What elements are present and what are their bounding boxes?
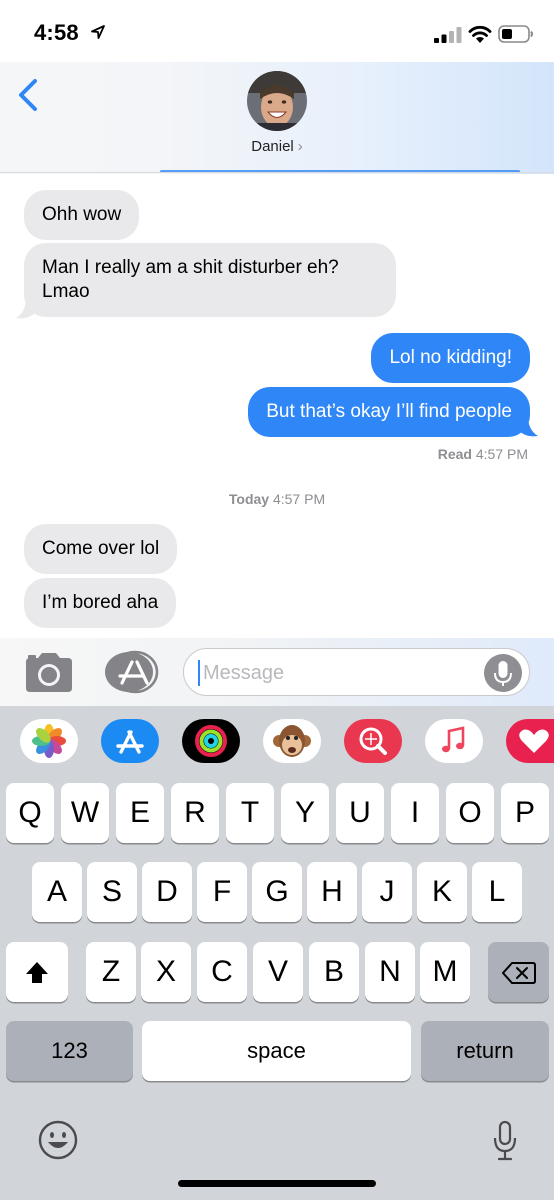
animoji-app-icon[interactable] bbox=[263, 719, 321, 763]
home-indicator[interactable] bbox=[178, 1180, 376, 1187]
key-a[interactable]: A bbox=[32, 862, 82, 922]
key-t[interactable]: T bbox=[226, 783, 274, 843]
read-receipt: Read 4:57 PM bbox=[438, 446, 528, 462]
key-n[interactable]: N bbox=[365, 942, 415, 1002]
message-bubble-incoming[interactable]: Man I really am a shit disturber eh? Lma… bbox=[24, 243, 396, 317]
delete-backspace-icon bbox=[501, 962, 536, 985]
key-h[interactable]: H bbox=[307, 862, 357, 922]
contact-avatar[interactable] bbox=[247, 71, 307, 131]
message-bubble-outgoing[interactable]: Lol no kidding! bbox=[371, 333, 530, 383]
chevron-right-icon: › bbox=[297, 138, 303, 155]
key-f[interactable]: F bbox=[197, 862, 247, 922]
shift-arrow-icon bbox=[26, 962, 48, 984]
contact-name-button[interactable]: Daniel › bbox=[0, 138, 554, 155]
read-label: Read bbox=[437, 446, 472, 462]
timestamp-time: 4:57 PM bbox=[272, 491, 326, 507]
key-g[interactable]: G bbox=[252, 862, 302, 922]
text-cursor bbox=[198, 660, 200, 686]
shift-key[interactable] bbox=[6, 942, 68, 1002]
avatar-photo-icon bbox=[247, 71, 307, 131]
key-c[interactable]: C bbox=[197, 942, 247, 1002]
key-i[interactable]: I bbox=[391, 783, 439, 843]
key-l[interactable]: L bbox=[472, 862, 522, 922]
key-j[interactable]: J bbox=[362, 862, 412, 922]
delete-key[interactable] bbox=[488, 942, 549, 1002]
status-bar: 4:58 bbox=[0, 0, 554, 62]
contact-name-label: Daniel bbox=[251, 138, 294, 155]
message-text: Lol no kidding! bbox=[389, 347, 512, 368]
message-text: Man I really am a shit disturber eh? Lma… bbox=[42, 257, 339, 302]
emoji-icon[interactable] bbox=[38, 1120, 78, 1160]
return-key[interactable]: return bbox=[421, 1021, 549, 1081]
message-text: But that’s okay I’ll find people bbox=[266, 401, 512, 422]
key-m[interactable]: M bbox=[420, 942, 470, 1002]
key-y[interactable]: Y bbox=[281, 783, 329, 843]
back-chevron-icon[interactable] bbox=[14, 78, 44, 112]
key-z[interactable]: Z bbox=[86, 942, 136, 1002]
key-d[interactable]: D bbox=[142, 862, 192, 922]
conversation-timestamp: Today 4:57 PM bbox=[0, 491, 554, 507]
bubble-tail bbox=[518, 416, 538, 437]
battery-icon bbox=[498, 25, 533, 43]
key-w[interactable]: W bbox=[61, 783, 109, 843]
key-r[interactable]: R bbox=[171, 783, 219, 843]
key-x[interactable]: X bbox=[141, 942, 191, 1002]
message-text: Ohh wow bbox=[42, 204, 122, 225]
bubble-tail bbox=[16, 298, 36, 319]
key-v[interactable]: V bbox=[253, 942, 303, 1002]
music-app-icon[interactable] bbox=[425, 719, 483, 763]
status-time: 4:58 bbox=[34, 20, 79, 45]
message-bubble-outgoing[interactable]: But that’s okay I’ll find people bbox=[248, 387, 530, 437]
dictation-microphone-icon[interactable] bbox=[492, 1120, 518, 1162]
key-b[interactable]: B bbox=[309, 942, 359, 1002]
key-k[interactable]: K bbox=[417, 862, 467, 922]
message-text: I’m bored aha bbox=[42, 592, 159, 613]
read-time: 4:57 PM bbox=[475, 446, 528, 462]
header-divider bbox=[0, 172, 554, 173]
key-p[interactable]: P bbox=[501, 783, 549, 843]
key-o[interactable]: O bbox=[446, 783, 494, 843]
key-s[interactable]: S bbox=[87, 862, 137, 922]
activity-app-icon[interactable] bbox=[182, 719, 240, 763]
message-bubble-incoming[interactable]: Come over lol bbox=[24, 524, 178, 574]
message-bubble-incoming[interactable]: I’m bored aha bbox=[24, 578, 177, 628]
audio-message-button[interactable] bbox=[484, 654, 522, 692]
key-q[interactable]: Q bbox=[6, 783, 54, 843]
timestamp-day: Today bbox=[228, 491, 270, 507]
app-store-app-icon[interactable] bbox=[101, 719, 159, 763]
numbers-key[interactable]: 123 bbox=[6, 1021, 133, 1081]
key-e[interactable]: E bbox=[116, 783, 164, 843]
app-store-drawer-icon[interactable] bbox=[103, 650, 159, 694]
photos-app-icon[interactable] bbox=[20, 719, 78, 763]
cellular-signal-icon bbox=[434, 27, 462, 43]
key-u[interactable]: U bbox=[336, 783, 384, 843]
message-placeholder: Message bbox=[203, 662, 285, 684]
message-text: Come over lol bbox=[42, 538, 160, 559]
location-arrow-icon bbox=[91, 25, 105, 39]
space-key[interactable]: space bbox=[142, 1021, 411, 1081]
message-bubble-incoming[interactable]: Ohh wow bbox=[24, 190, 140, 240]
wifi-icon bbox=[468, 25, 492, 43]
camera-icon[interactable] bbox=[22, 652, 76, 694]
digital-touch-app-icon[interactable] bbox=[506, 719, 554, 763]
microphone-icon bbox=[494, 661, 512, 686]
image-search-app-icon[interactable] bbox=[344, 719, 402, 763]
